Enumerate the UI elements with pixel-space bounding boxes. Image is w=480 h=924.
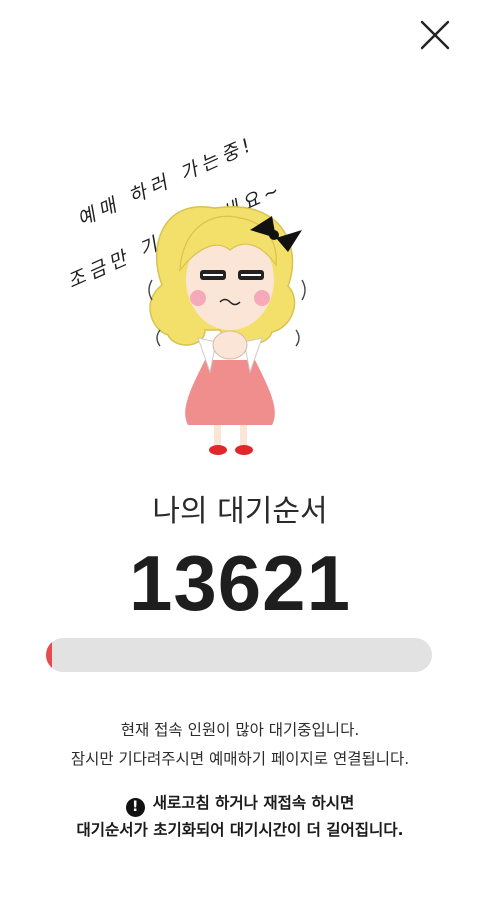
- queue-progress-fill: [46, 638, 52, 672]
- exclamation-circle-icon: !: [125, 798, 145, 817]
- info-line-1: 현재 접속 인원이 많아 대기중입니다.: [120, 721, 360, 739]
- close-icon: [420, 20, 450, 50]
- refresh-warning: ! 새로고침 하거나 재접속 하시면 대기순서가 초기화되어 대기시간이 더 길어…: [0, 790, 480, 844]
- warning-line-1: 새로고침 하거나 재접속 하시면: [152, 794, 355, 812]
- warning-line-2: 대기순서가 초기화되어 대기시간이 더 길어집니다.: [76, 821, 404, 839]
- queue-number: 13621: [129, 539, 351, 627]
- waiting-character-illustration: [40, 80, 360, 460]
- queue-title: 나의 대기순서: [152, 494, 328, 529]
- queue-progress-bar: [46, 638, 432, 672]
- info-line-2: 잠시만 기다려주시면 예매하기 페이지로 연결됩니다.: [70, 750, 410, 768]
- close-button[interactable]: [416, 16, 454, 54]
- waiting-info: 현재 접속 인원이 많아 대기중입니다. 잠시만 기다려주시면 예매하기 페이지…: [0, 716, 480, 774]
